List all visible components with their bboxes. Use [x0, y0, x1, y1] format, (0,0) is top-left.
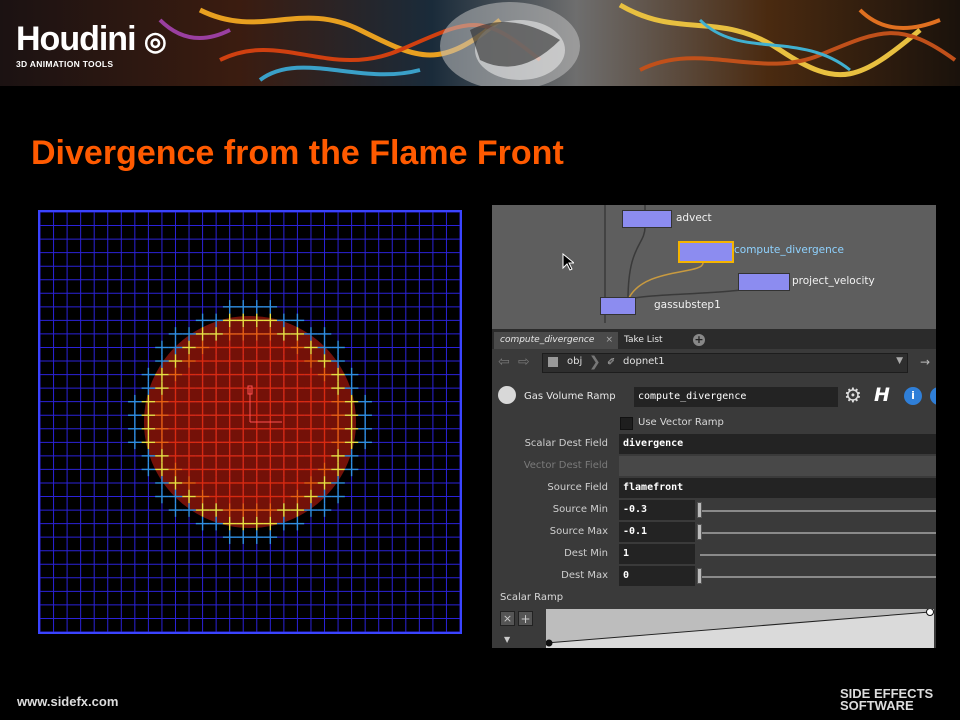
houdini-panel: advect compute_divergence project_veloci…	[492, 205, 936, 648]
footer-brand: SIDE EFFECTS SOFTWARE	[840, 687, 933, 713]
divergence-grid-visualization	[38, 210, 462, 634]
scalar-dest-field-input[interactable]: divergence	[619, 434, 936, 454]
use-vector-ramp-label: Use Vector Ramp	[638, 417, 724, 428]
scalar-dest-field-label: Scalar Dest Field	[524, 438, 608, 449]
path-root[interactable]: obj	[567, 356, 582, 367]
scalar-ramp-editor[interactable]	[546, 609, 934, 648]
pane-tab-bar: compute_divergence × Take List +	[492, 329, 936, 349]
extra-info-icon[interactable]	[930, 387, 936, 405]
node-name-field[interactable]: compute_divergence	[634, 387, 838, 407]
source-max-slider-track[interactable]	[700, 532, 936, 534]
dest-min-label: Dest Min	[564, 548, 608, 559]
dest-max-input[interactable]: 0	[619, 566, 695, 586]
add-point-button[interactable]: +	[518, 611, 533, 626]
gear-icon[interactable]: ⚙	[844, 383, 862, 407]
dest-min-input[interactable]: 1	[619, 544, 695, 564]
gassubstep-node[interactable]	[600, 297, 636, 315]
gassubstep-node-label: gassubstep1	[654, 299, 721, 311]
tab-take-list-label: Take List	[624, 335, 663, 345]
info-icon[interactable]: i	[904, 387, 922, 405]
back-arrow-icon[interactable]: ⇦	[498, 354, 510, 370]
help-h-icon[interactable]: H	[874, 384, 890, 406]
compute-divergence-node-label: compute_divergence	[734, 244, 844, 256]
dest-min-slider-track[interactable]	[700, 554, 936, 556]
dest-max-label: Dest Max	[561, 570, 608, 581]
vector-dest-field-label: Vector Dest Field	[523, 460, 608, 471]
source-min-slider-track[interactable]	[700, 510, 936, 512]
dest-max-slider-track[interactable]	[700, 576, 936, 578]
node-type-label: Gas Volume Ramp	[524, 391, 616, 402]
parameter-header: Gas Volume Ramp compute_divergence ⚙ H i	[492, 381, 936, 411]
close-icon[interactable]: ×	[605, 332, 613, 349]
obj-icon	[548, 357, 558, 367]
slide-title: Divergence from the Flame Front	[31, 134, 564, 172]
forward-arrow-icon[interactable]: ⇨	[518, 354, 530, 370]
compute-divergence-node[interactable]	[678, 241, 734, 263]
source-max-label: Source Max	[549, 526, 608, 537]
swirl-icon: ◎	[143, 26, 167, 56]
footer-url: www.sidefx.com	[17, 694, 119, 709]
logo-tagline: 3D ANIMATION TOOLS	[16, 59, 114, 69]
path-field[interactable]: obj ❯ ✐ dopnet1 ▼	[542, 353, 908, 373]
advect-node[interactable]	[622, 210, 672, 228]
logo-name: Houdini	[16, 20, 137, 58]
header-banner: Houdini ◎ 3D ANIMATION TOOLS	[0, 0, 960, 86]
tab-compute-divergence[interactable]: compute_divergence ×	[494, 332, 618, 349]
tab-compute-divergence-label: compute_divergence	[500, 335, 595, 345]
footer-brand-line2: SOFTWARE	[840, 698, 914, 713]
dest-max-slider-handle[interactable]	[697, 568, 702, 584]
project-velocity-node-label: project_velocity	[792, 275, 875, 287]
dopnet-icon: ✐	[607, 357, 616, 368]
path-network[interactable]: dopnet1	[623, 356, 665, 367]
advect-node-label: advect	[676, 212, 712, 224]
mouse-cursor-icon	[562, 252, 576, 274]
ramp-menu-chevron-icon[interactable]: ▼	[504, 635, 510, 644]
network-view[interactable]: advect compute_divergence project_veloci…	[492, 205, 936, 329]
source-min-label: Source Min	[552, 504, 608, 515]
ramp-curve	[546, 609, 934, 648]
add-tab-icon[interactable]: +	[693, 334, 705, 346]
source-field-input[interactable]: flamefront	[619, 478, 936, 498]
source-max-slider-handle[interactable]	[697, 524, 702, 540]
source-min-input[interactable]: -0.3	[619, 500, 695, 520]
vector-dest-field-input	[619, 456, 936, 476]
source-min-slider-handle[interactable]	[697, 502, 702, 518]
node-type-icon	[498, 386, 516, 404]
viewport-grid[interactable]	[38, 210, 462, 634]
scalar-ramp-label: Scalar Ramp	[500, 592, 564, 603]
project-velocity-node[interactable]	[738, 273, 790, 291]
tab-take-list[interactable]: Take List	[618, 332, 669, 349]
path-bar: ⇦ ⇨ obj ❯ ✐ dopnet1 ▼ →	[492, 351, 936, 375]
pin-icon[interactable]: →	[920, 355, 930, 369]
use-vector-ramp-checkbox[interactable]	[620, 417, 633, 430]
chevron-down-icon[interactable]: ▼	[896, 356, 903, 366]
houdini-logo: Houdini ◎ 3D ANIMATION TOOLS	[16, 20, 167, 69]
path-separator-icon: ❯	[589, 354, 601, 370]
source-max-input[interactable]: -0.1	[619, 522, 695, 542]
remove-point-button[interactable]: ×	[500, 611, 515, 626]
source-field-label: Source Field	[547, 482, 608, 493]
